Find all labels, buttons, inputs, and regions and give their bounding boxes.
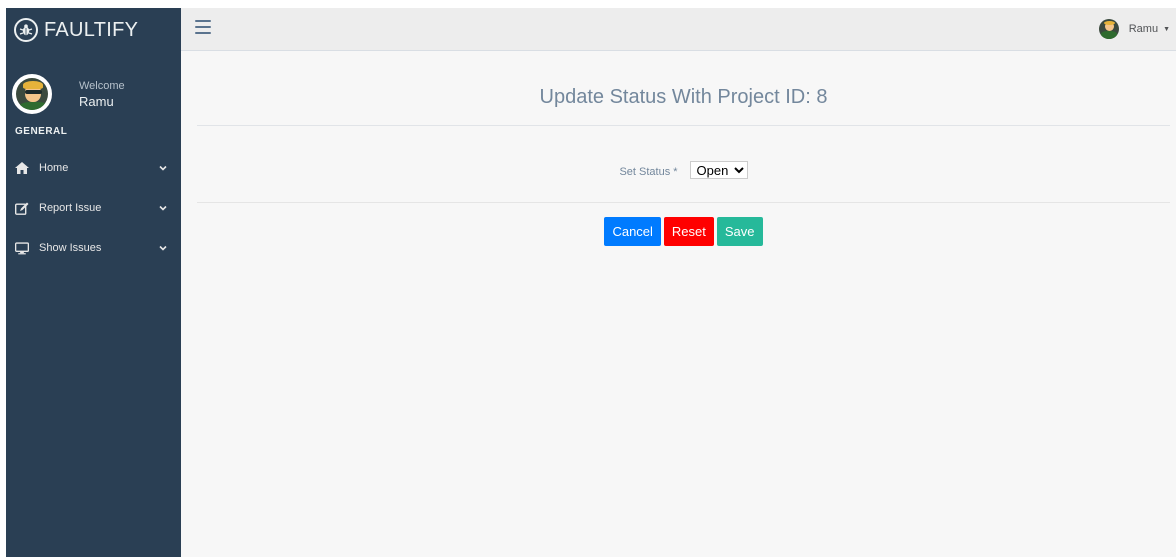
reset-button[interactable]: Reset [663, 217, 714, 246]
home-icon [15, 161, 29, 175]
sidebar: FAULTIFY Welcome Ramu GENERAL Home Repor… [6, 8, 181, 557]
sidebar-item-home[interactable]: Home [6, 148, 181, 188]
required-mark: * [673, 166, 678, 178]
top-navbar: Ramu ▼ [181, 8, 1176, 51]
sidebar-item-label: Show Issues [39, 242, 102, 254]
sidebar-item-label: Home [39, 162, 69, 174]
page-title: Update Status With Project ID: 8 [197, 86, 1170, 126]
avatar [1098, 19, 1119, 39]
brand-link[interactable]: FAULTIFY [6, 8, 181, 52]
status-form-row: Set Status * Open [197, 161, 1170, 203]
sidebar-item-show-issues[interactable]: Show Issues [6, 228, 181, 268]
status-label: Set Status * [619, 166, 677, 178]
cancel-button[interactable]: Cancel [604, 217, 661, 246]
user-menu[interactable]: Ramu ▼ [1098, 19, 1170, 39]
profile: Welcome Ramu [6, 52, 181, 124]
sidebar-item-report-issue[interactable]: Report Issue [6, 188, 181, 228]
main-content: Update Status With Project ID: 8 Set Sta… [181, 51, 1176, 557]
user-menu-name: Ramu [1128, 23, 1159, 35]
chevron-down-icon [159, 245, 167, 251]
status-select[interactable]: Open [689, 161, 748, 179]
welcome-text: Welcome [79, 79, 125, 92]
chevron-down-icon [159, 205, 167, 211]
desktop-icon [15, 241, 29, 255]
app-frame: FAULTIFY Welcome Ramu GENERAL Home Repor… [6, 8, 1176, 557]
brand-name: FAULTIFY [44, 18, 139, 41]
avatar [12, 74, 52, 114]
chevron-down-icon [159, 165, 167, 171]
menu-toggle-icon[interactable] [195, 20, 211, 34]
section-title-general: GENERAL [15, 126, 68, 137]
sidebar-item-label: Report Issue [39, 202, 102, 214]
status-label-text: Set Status [619, 166, 671, 178]
profile-username: Ramu [79, 93, 114, 109]
bug-icon [14, 18, 38, 42]
form-actions: Cancel Reset Save [197, 217, 1170, 246]
edit-icon [15, 201, 29, 215]
caret-down-icon: ▼ [1163, 25, 1170, 33]
save-button[interactable]: Save [716, 217, 763, 246]
